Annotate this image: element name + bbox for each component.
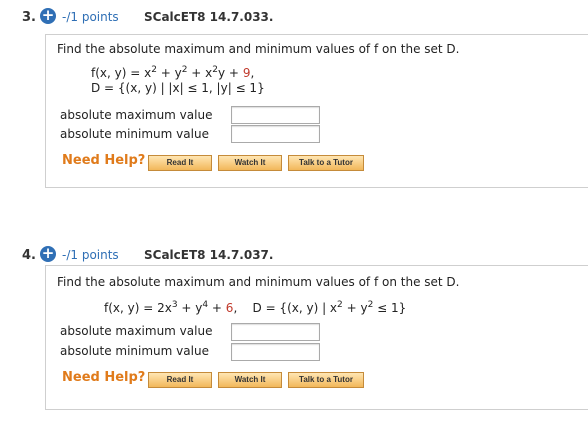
max-value-input[interactable] — [231, 323, 320, 341]
need-help-label: Need Help? — [62, 370, 146, 385]
need-help-label: Need Help? — [62, 153, 146, 168]
points-label: -/1 points — [62, 10, 119, 24]
min-value-label: absolute minimum value — [60, 127, 209, 141]
domain-set: D = {(x, y) | |x| ≤ 1, |y| ≤ 1} — [91, 81, 265, 95]
max-value-label: absolute maximum value — [60, 324, 213, 338]
expand-plus-icon[interactable]: + — [40, 8, 56, 24]
points-label: -/1 points — [62, 248, 119, 262]
min-value-input[interactable] — [231, 343, 320, 361]
question-header: 3. + -/1 points SCalcET8 14.7.033. — [0, 4, 588, 32]
question-number: 4. — [22, 248, 36, 263]
watch-it-button[interactable]: Watch It — [218, 372, 282, 388]
question-panel: Find the absolute maximum and minimum va… — [45, 34, 588, 188]
read-it-button[interactable]: Read It — [148, 372, 212, 388]
min-value-label: absolute minimum value — [60, 344, 209, 358]
max-value-input[interactable] — [231, 106, 320, 124]
problem-statement: Find the absolute maximum and minimum va… — [57, 275, 460, 289]
problem-statement: Find the absolute maximum and minimum va… — [57, 42, 460, 56]
max-value-label: absolute maximum value — [60, 108, 213, 122]
question-panel: Find the absolute maximum and minimum va… — [45, 265, 588, 410]
min-value-input[interactable] — [231, 125, 320, 143]
question-number: 3. — [22, 10, 36, 25]
expand-plus-icon[interactable]: + — [40, 246, 56, 262]
watch-it-button[interactable]: Watch It — [218, 155, 282, 171]
talk-to-tutor-button[interactable]: Talk to a Tutor — [288, 155, 364, 171]
read-it-button[interactable]: Read It — [148, 155, 212, 171]
function-definition: f(x, y) = 2x3 + y4 + 6, D = {(x, y) | x2… — [104, 300, 407, 315]
talk-to-tutor-button[interactable]: Talk to a Tutor — [288, 372, 364, 388]
question-code: SCalcET8 14.7.037. — [144, 248, 274, 262]
question-code: SCalcET8 14.7.033. — [144, 10, 274, 24]
function-definition: f(x, y) = x2 + y2 + x2y + 9, — [91, 65, 255, 80]
